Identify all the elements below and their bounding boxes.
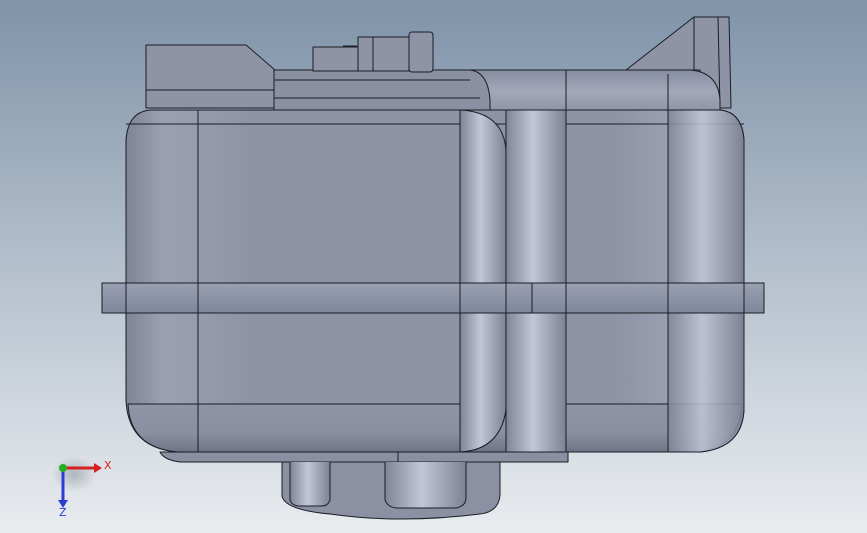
rear-upper-tank (469, 69, 721, 113)
lower-rounded-band (127, 403, 743, 453)
left-mounting-bracket (145, 44, 276, 109)
orientation-triad[interactable]: X Z (44, 448, 124, 520)
z-axis-label: Z (59, 506, 67, 519)
middle-cylinder (505, 109, 567, 453)
hose-connector (312, 46, 360, 72)
graphics-viewport[interactable]: X Z (0, 0, 867, 533)
y-axis-dot (59, 464, 67, 472)
tank-main-body (125, 109, 745, 453)
x-axis-arrowhead (94, 463, 102, 473)
filler-neck (273, 69, 491, 113)
right-lobe-cylinder (667, 109, 745, 453)
front-lobe-cylinder (459, 109, 507, 453)
x-axis-label: X (104, 459, 112, 472)
coolant-reservoir-model[interactable] (0, 0, 867, 533)
